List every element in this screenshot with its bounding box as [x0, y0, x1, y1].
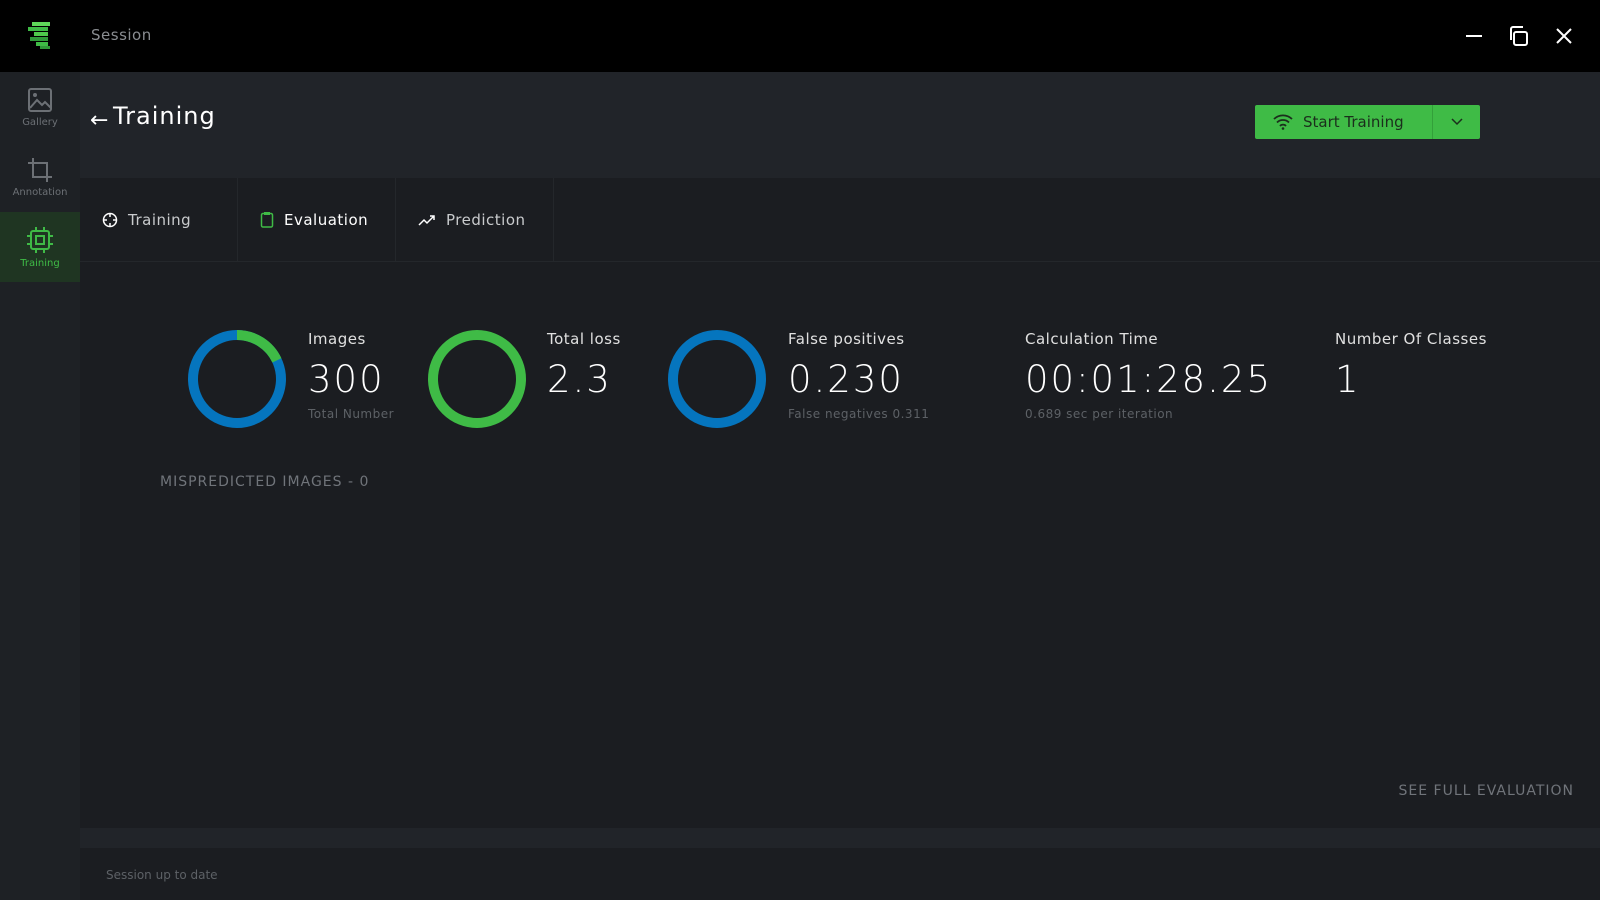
crop-icon — [28, 157, 52, 182]
stat-label: Images — [308, 330, 366, 348]
images-stat: Images 300 Total Number — [308, 330, 394, 421]
stat-value: 300 — [308, 358, 385, 401]
window-title: Session — [91, 26, 152, 44]
back-arrow-icon[interactable]: ← — [90, 108, 108, 133]
title-bar: Session — [0, 0, 1600, 72]
stat-sub: False negatives 0.311 — [788, 407, 930, 421]
see-full-evaluation-link[interactable]: SEE FULL EVALUATION — [1399, 783, 1575, 799]
tab-label: Prediction — [446, 210, 526, 229]
stat-sub: Total Number — [308, 407, 395, 421]
start-training-button[interactable]: Start Training — [1255, 105, 1433, 139]
sidebar-item-training[interactable]: Training — [0, 212, 80, 282]
tab-evaluation[interactable]: Evaluation — [238, 178, 396, 261]
image-icon — [28, 87, 52, 112]
divider-strip — [80, 828, 1600, 848]
stat-sub: 0.689 sec per iteration — [1025, 407, 1174, 421]
tab-label: Training — [128, 210, 192, 229]
app-logo-icon — [28, 22, 50, 49]
stat-label: Number Of Classes — [1335, 330, 1487, 348]
sidebar-item-gallery[interactable]: Gallery — [0, 72, 80, 142]
trending-up-icon — [418, 214, 435, 226]
classes-stat: Number Of Classes 1 — [1335, 330, 1487, 401]
sidebar-item-annotation[interactable]: Annotation — [0, 142, 80, 212]
chevron-down-icon — [1450, 118, 1463, 126]
clipboard-icon — [260, 212, 274, 228]
stat-value: 1 — [1335, 358, 1361, 401]
minimize-icon[interactable] — [1460, 22, 1488, 50]
tab-prediction[interactable]: Prediction — [396, 178, 554, 261]
page-header: ← Training Start Training — [80, 72, 1600, 178]
page-title: Training — [113, 102, 216, 130]
stat-label: Total loss — [547, 330, 621, 348]
stat-value: 0.230 — [788, 358, 904, 401]
restore-icon[interactable] — [1505, 22, 1533, 50]
start-training-button-group: Start Training — [1255, 105, 1480, 139]
mispredicted-images-heading: MISPREDICTED IMAGES - 0 — [160, 474, 370, 490]
wifi-icon — [1273, 114, 1293, 130]
tab-label: Evaluation — [284, 210, 369, 229]
loss-donut — [428, 330, 526, 428]
calculation-time-stat: Calculation Time 00:01:28.25 0.689 sec p… — [1025, 330, 1272, 421]
status-text: Session up to date — [106, 868, 218, 882]
sidebar: Gallery Annotation Training — [0, 72, 80, 900]
sidebar-item-label: Annotation — [12, 186, 68, 198]
tab-training[interactable]: Training — [80, 178, 238, 261]
stat-label: Calculation Time — [1025, 330, 1159, 348]
start-training-label: Start Training — [1303, 113, 1404, 131]
chip-icon — [27, 226, 53, 253]
stat-value: 00:01:28.25 — [1025, 358, 1273, 401]
stat-label: False positives — [788, 330, 905, 348]
stat-value: 2.3 — [547, 358, 612, 401]
false-positives-donut — [668, 330, 766, 428]
sidebar-item-label: Training — [20, 257, 60, 269]
loss-stat: Total loss 2.3 — [547, 330, 621, 401]
false-positives-stat: False positives 0.230 False negatives 0.… — [788, 330, 929, 421]
crosshair-icon — [102, 212, 118, 227]
sidebar-item-label: Gallery — [22, 116, 58, 128]
tab-bar: Training Evaluation Prediction — [80, 178, 1600, 262]
start-training-dropdown[interactable] — [1433, 105, 1480, 139]
close-icon[interactable] — [1550, 22, 1578, 50]
images-donut — [188, 330, 286, 428]
